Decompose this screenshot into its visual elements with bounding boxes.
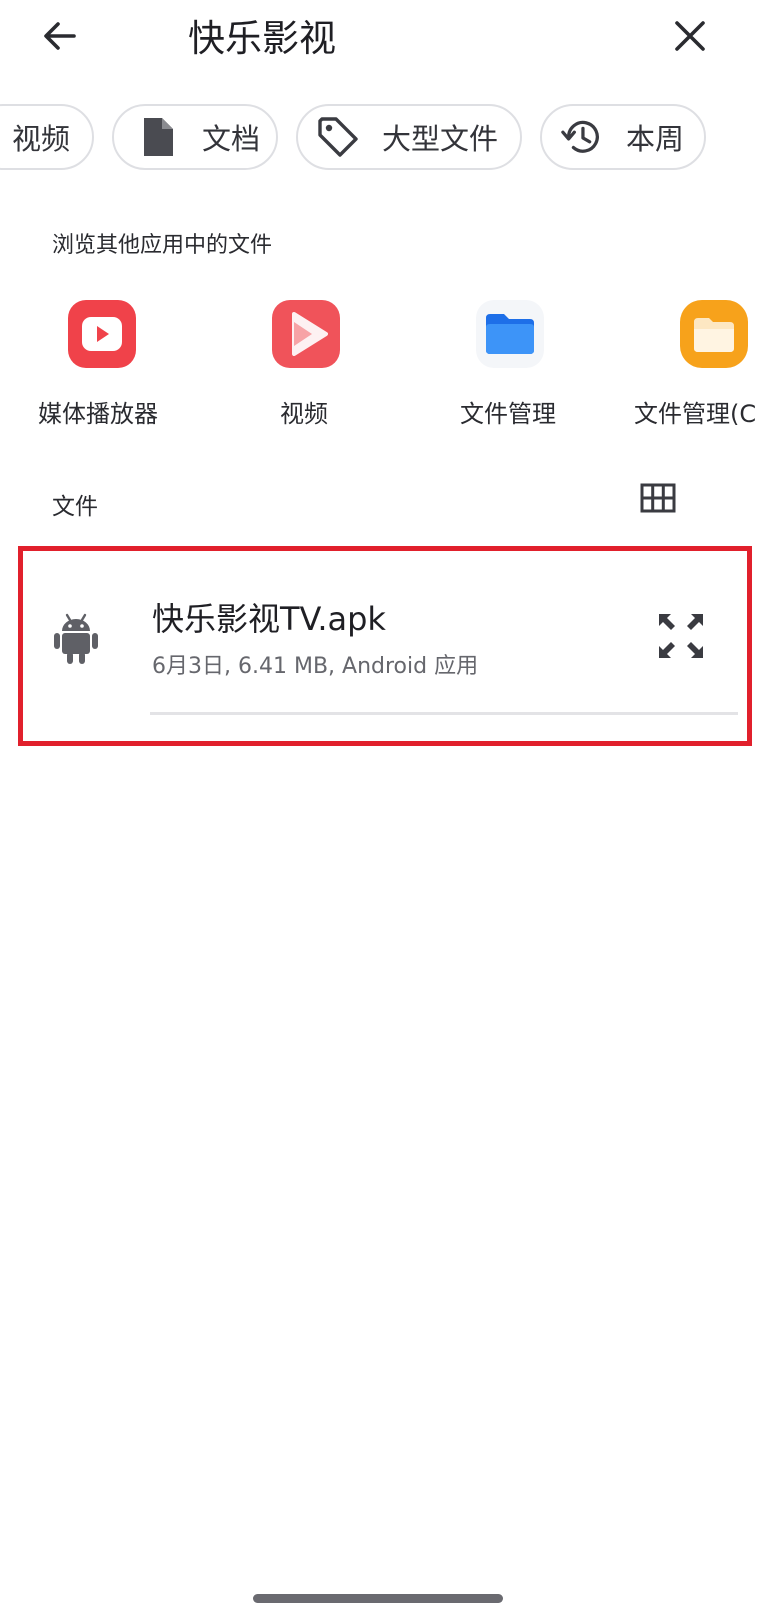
android-icon bbox=[52, 610, 100, 670]
chip-documents[interactable]: 文档 bbox=[112, 104, 278, 170]
arrow-back-icon bbox=[40, 16, 80, 60]
file-name: 快乐影视TV.apk bbox=[152, 600, 386, 638]
file-row[interactable] bbox=[18, 546, 752, 746]
grid-view-icon bbox=[640, 483, 676, 517]
expand-icon bbox=[655, 610, 707, 666]
app-label: 视频 bbox=[280, 400, 328, 428]
app-label: 文件管理 bbox=[460, 400, 556, 428]
history-icon bbox=[560, 115, 604, 159]
app-shortcut-media-player[interactable]: 媒体播放器 bbox=[2, 300, 202, 430]
app-shortcut-video[interactable]: 视频 bbox=[206, 300, 406, 430]
app-shortcut-file-manager[interactable]: 文件管理 bbox=[410, 300, 610, 430]
grid-view-button[interactable] bbox=[630, 472, 686, 528]
browse-section-title: 浏览其他应用中的文件 bbox=[52, 233, 273, 258]
chip-large-files[interactable]: 大型文件 bbox=[296, 104, 522, 170]
back-button[interactable] bbox=[32, 10, 88, 66]
close-button[interactable] bbox=[662, 10, 718, 66]
orange-folder-icon bbox=[680, 300, 748, 368]
app-shortcut-file-manager-2[interactable]: 文件管理(C bbox=[614, 300, 780, 430]
app-label: 媒体播放器 bbox=[38, 400, 158, 428]
chip-video[interactable]: 视频 bbox=[0, 104, 94, 170]
expand-preview-button[interactable] bbox=[653, 610, 709, 666]
media-player-icon bbox=[68, 300, 136, 368]
tag-icon bbox=[316, 115, 360, 159]
filter-chips: 视频 文档 大型文件 本周 bbox=[0, 104, 780, 176]
chip-label: 文档 bbox=[202, 122, 261, 156]
top-app-bar: 快乐影视 bbox=[0, 0, 780, 80]
search-query-text[interactable]: 快乐影视 bbox=[188, 14, 336, 64]
file-meta: 6月3日, 6.41 MB, Android 应用 bbox=[152, 654, 479, 679]
document-icon bbox=[136, 115, 180, 159]
files-section-title: 文件 bbox=[52, 494, 98, 520]
chip-label: 视频 bbox=[12, 122, 71, 156]
gesture-navigation-bar[interactable] bbox=[253, 1594, 503, 1603]
chip-this-week[interactable]: 本周 bbox=[540, 104, 706, 170]
blue-folder-icon bbox=[476, 300, 544, 368]
video-app-icon bbox=[272, 300, 340, 368]
chip-label: 大型文件 bbox=[382, 122, 499, 156]
chip-label: 本周 bbox=[626, 122, 685, 156]
close-icon bbox=[672, 18, 708, 58]
row-divider bbox=[150, 712, 738, 715]
app-label: 文件管理(C bbox=[634, 400, 757, 428]
